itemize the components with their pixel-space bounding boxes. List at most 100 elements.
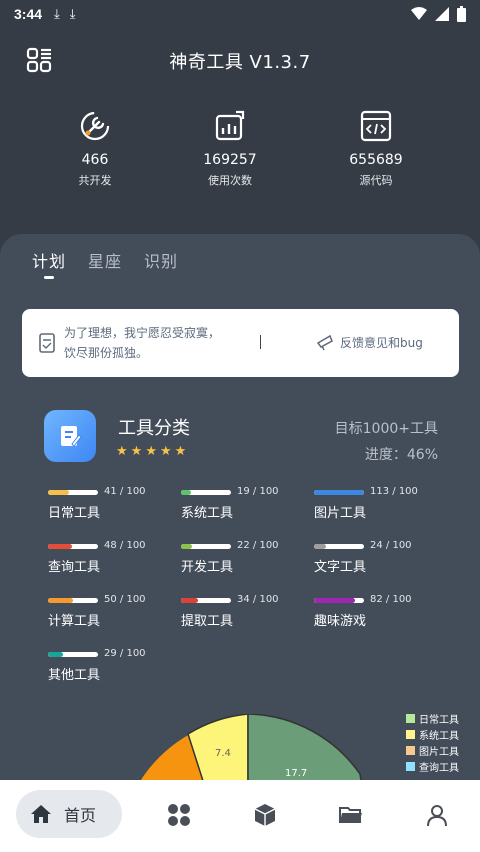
stat-value: 655689 — [349, 152, 403, 168]
main-panel: 计划 星座 识别 为了理想，我宁愿忍受寂寞，饮尽那份孤独。 反馈意见和bug 工… — [0, 234, 480, 794]
progress-fill — [314, 544, 326, 549]
category-count: 34 / 100 — [237, 594, 279, 605]
category-count: 19 / 100 — [237, 486, 279, 497]
stat-source: 655689 源代码 — [316, 108, 436, 188]
progress-bar — [181, 598, 231, 603]
progress-fill — [181, 490, 191, 495]
category-count: 82 / 100 — [370, 594, 412, 605]
star-icon: ★ — [145, 444, 157, 459]
nav-home[interactable]: 首页 — [16, 790, 122, 838]
stat-value: 466 — [81, 152, 109, 168]
nav-home-label: 首页 — [64, 806, 97, 825]
stat-label: 共开发 — [78, 174, 112, 187]
progress-bar — [314, 544, 364, 549]
progress-bar — [48, 598, 98, 603]
progress-fill — [314, 598, 355, 603]
category-name: 查询工具 — [48, 560, 101, 575]
star-icon: ★ — [174, 444, 187, 459]
legend-swatch — [406, 761, 415, 771]
progress-fill — [48, 490, 69, 495]
stat-label: 使用次数 — [208, 174, 252, 187]
progress-bar — [181, 490, 231, 495]
download-icon: ⤓ — [69, 6, 76, 21]
progress-bar — [48, 490, 98, 495]
tab-plan[interactable]: 计划 — [32, 248, 66, 279]
legend-swatch — [406, 745, 415, 755]
tab-recognize[interactable]: 识别 — [144, 248, 178, 272]
edit-note-icon — [61, 426, 82, 447]
notice-card: 为了理想，我宁愿忍受寂寞，饮尽那份孤独。 反馈意见和bug — [22, 309, 459, 377]
category-name: 系统工具 — [181, 506, 234, 521]
tab-zodiac[interactable]: 星座 — [88, 248, 122, 272]
progress-bar — [48, 652, 98, 657]
progress-text: 进度：46% — [364, 447, 438, 463]
feedback-label: 反馈意见和bug — [340, 335, 423, 350]
status-bar: 3:44 ⤓ ⤓ — [0, 0, 480, 28]
category-item[interactable]: 48 / 100 查询工具 — [48, 540, 178, 580]
progress-fill — [181, 598, 198, 603]
legend-item: 系统工具 — [406, 726, 459, 742]
divider — [260, 335, 261, 349]
chart-icon — [215, 110, 245, 141]
category-count: 48 / 100 — [104, 540, 146, 551]
category-name: 计算工具 — [48, 614, 101, 629]
category-item[interactable]: 50 / 100 计算工具 — [48, 594, 178, 634]
category-name: 提取工具 — [181, 614, 234, 629]
category-count: 50 / 100 — [104, 594, 146, 605]
category-name: 图片工具 — [314, 506, 367, 521]
progress-fill — [314, 490, 364, 495]
legend-swatch — [406, 729, 415, 739]
feedback-icon — [316, 334, 333, 351]
feedback-link[interactable]: 反馈意见和bug — [316, 333, 423, 351]
progress-bar — [314, 598, 364, 603]
grid-icon[interactable] — [166, 802, 192, 828]
app-header: 神奇工具 V1.3.7 — [0, 40, 480, 80]
category-name: 趣味游戏 — [314, 614, 367, 629]
category-item[interactable]: 29 / 100 其他工具 — [48, 648, 178, 688]
progress-bar — [181, 544, 231, 549]
pie-label: 17.7 — [285, 768, 307, 779]
progress-bar — [48, 544, 98, 549]
star-icon: ★ — [130, 444, 143, 459]
category-logo — [44, 410, 96, 462]
category-item[interactable]: 22 / 100 开发工具 — [181, 540, 311, 580]
note-icon — [39, 333, 55, 353]
tab-bar: 计划 星座 识别 — [32, 248, 178, 279]
rating-stars: ★ ★ ★ ★ ★ — [116, 444, 186, 459]
category-item[interactable]: 113 / 100 图片工具 — [314, 486, 444, 526]
category-item[interactable]: 19 / 100 系统工具 — [181, 486, 311, 526]
wifi-icon — [411, 7, 427, 20]
progress-fill — [48, 544, 72, 549]
category-header: 工具分类 ★ ★ ★ ★ ★ 目标1000+工具 进度：46% — [44, 410, 444, 464]
progress-fill — [48, 652, 63, 657]
category-name: 日常工具 — [48, 506, 101, 521]
status-time: 3:44 — [14, 6, 43, 22]
star-icon: ★ — [159, 444, 172, 459]
legend-label: 日常工具 — [419, 714, 459, 726]
wrench-icon — [80, 111, 110, 141]
star-icon: ★ — [116, 444, 128, 459]
legend-label: 系统工具 — [419, 730, 459, 742]
category-name: 开发工具 — [181, 560, 234, 575]
cube-icon[interactable] — [252, 802, 278, 828]
legend-label: 图片工具 — [419, 746, 459, 758]
stat-usage: 169257 使用次数 — [170, 108, 290, 188]
category-name: 文字工具 — [314, 560, 367, 575]
signal-icon — [435, 7, 449, 21]
category-name: 其他工具 — [48, 668, 101, 683]
category-count: 29 / 100 — [104, 648, 146, 659]
notice-quote: 为了理想，我宁愿忍受寂寞，饮尽那份孤独。 — [64, 326, 221, 360]
category-count: 22 / 100 — [237, 540, 279, 551]
folder-icon[interactable] — [338, 802, 364, 828]
legend-label: 查询工具 — [419, 762, 459, 774]
legend-item: 图片工具 — [406, 742, 459, 758]
progress-fill — [181, 544, 192, 549]
category-count: 24 / 100 — [370, 540, 412, 551]
person-icon[interactable] — [424, 802, 450, 828]
code-icon — [360, 110, 392, 142]
pie-label: 7.4 — [215, 748, 231, 759]
category-item[interactable]: 82 / 100 趣味游戏 — [314, 594, 444, 634]
category-item[interactable]: 24 / 100 文字工具 — [314, 540, 444, 580]
category-item[interactable]: 34 / 100 提取工具 — [181, 594, 311, 634]
category-item[interactable]: 41 / 100 日常工具 — [48, 486, 178, 526]
